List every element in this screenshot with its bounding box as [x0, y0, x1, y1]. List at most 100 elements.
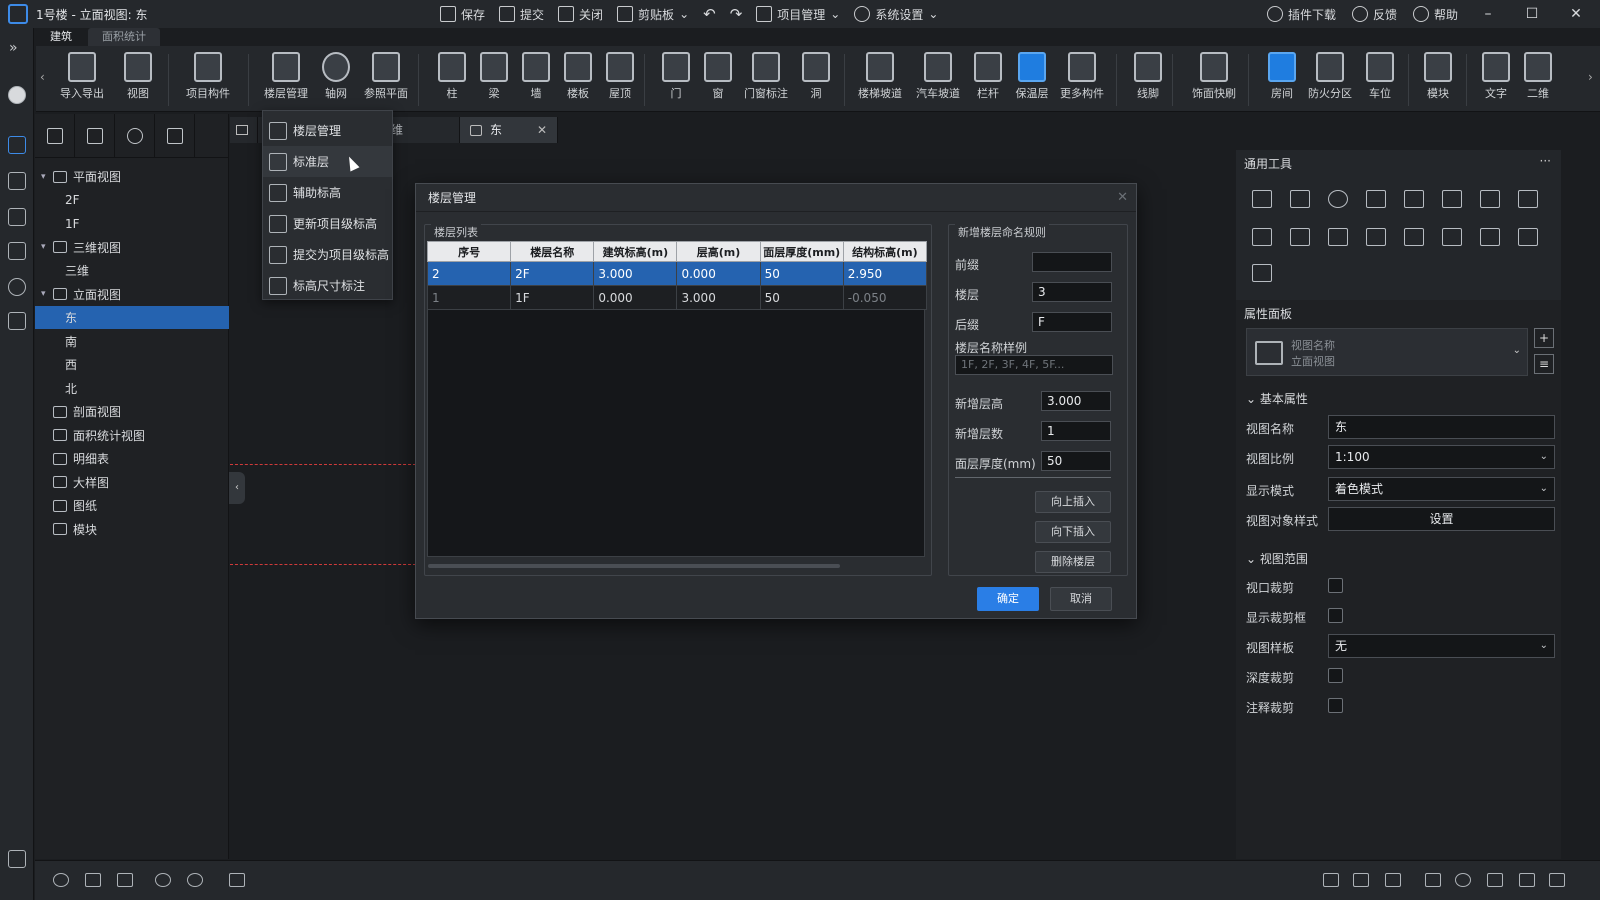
ok-button[interactable]: 确定: [977, 587, 1039, 611]
menu-item-submit-project-elevation[interactable]: 提交为项目级标高: [263, 239, 392, 270]
menu-icon[interactable]: ≡: [1534, 354, 1554, 374]
tree-item[interactable]: 南: [35, 330, 229, 353]
project-tree-icon[interactable]: [8, 136, 26, 154]
finish-brush-button[interactable]: 饰面快刷: [1188, 52, 1240, 101]
system-settings-button[interactable]: 系统设置 ⌄: [854, 6, 938, 23]
chevron-down-icon[interactable]: ▾: [41, 242, 53, 252]
split-line-icon[interactable]: [1328, 228, 1348, 246]
floor-field[interactable]: 3: [1032, 282, 1112, 302]
opening-button[interactable]: 洞: [790, 52, 842, 101]
tree-item[interactable]: 2F: [35, 189, 229, 212]
prefix-field[interactable]: [1032, 252, 1112, 272]
close-file-button[interactable]: 关闭: [558, 6, 603, 23]
help-circle-icon[interactable]: [8, 278, 26, 296]
door-window-tag-button[interactable]: 门窗标注: [740, 52, 792, 101]
offset-icon[interactable]: [1480, 190, 1500, 208]
insert-down-button[interactable]: 向下插入: [1035, 521, 1111, 543]
panel-toggle-button[interactable]: [35, 113, 75, 158]
copy-icon[interactable]: [1290, 190, 1310, 208]
tree-item[interactable]: 明细表: [35, 447, 229, 470]
ribbon-scroll-left-icon[interactable]: ‹: [40, 70, 45, 84]
viewport-crop-checkbox[interactable]: [1328, 578, 1343, 593]
filter-button[interactable]: [75, 113, 115, 158]
view-template-select[interactable]: 无 ⌄: [1328, 634, 1555, 658]
chevron-down-icon[interactable]: ▾: [41, 172, 53, 182]
feedback-button[interactable]: 反馈: [1351, 6, 1397, 23]
cancel-button[interactable]: 取消: [1050, 587, 1112, 611]
molding-button[interactable]: 线脚: [1122, 52, 1174, 101]
dialog-close-icon[interactable]: ✕: [1117, 190, 1128, 205]
extend-icon[interactable]: [1252, 228, 1272, 246]
parking-button[interactable]: 车位: [1354, 52, 1406, 101]
tree-item[interactable]: 东: [35, 306, 229, 329]
tree-item[interactable]: 图纸: [35, 494, 229, 517]
hide-icon[interactable]: [117, 873, 133, 887]
2d-button[interactable]: 二维: [1512, 52, 1564, 101]
insert-up-button[interactable]: 向上插入: [1035, 491, 1111, 513]
axis-grid-button[interactable]: 轴网: [310, 52, 362, 101]
help-button[interactable]: 帮助: [1412, 6, 1458, 23]
chevron-down-icon[interactable]: ▾: [41, 289, 53, 299]
model-button[interactable]: [155, 113, 195, 158]
floor-management-button[interactable]: 楼层管理: [260, 52, 312, 101]
tree-item[interactable]: 面积统计视图: [35, 424, 229, 447]
rotate-icon[interactable]: [1328, 190, 1348, 208]
snap-point-icon[interactable]: [1455, 873, 1471, 887]
maximize-button[interactable]: ☐: [1518, 6, 1546, 22]
room-button[interactable]: 房间: [1256, 52, 1308, 101]
align-icon[interactable]: [1366, 190, 1386, 208]
plugin-download-button[interactable]: 插件下载: [1266, 6, 1336, 23]
visibility-icon[interactable]: [187, 873, 203, 887]
reference-plane-button[interactable]: 参照平面: [360, 52, 412, 101]
tree-item[interactable]: 剖面视图: [35, 400, 229, 423]
menu-item-update-project-elevation[interactable]: 更新项目级标高: [263, 208, 392, 239]
col-building-elevation[interactable]: 建筑标高(m): [593, 241, 678, 262]
snap-link-icon[interactable]: [1425, 873, 1441, 887]
menu-item-standard-floor[interactable]: 标准层: [263, 146, 392, 177]
col-floor-height[interactable]: 层高(m): [676, 241, 761, 262]
tree-item[interactable]: 西: [35, 353, 229, 376]
tab-panel-toggle[interactable]: [230, 117, 258, 143]
view-scale-select[interactable]: 1:100 ⌄: [1328, 445, 1555, 469]
array-icon[interactable]: [1404, 228, 1424, 246]
project-management-button[interactable]: 项目管理 ⌄: [756, 6, 840, 23]
tab-east-elevation[interactable]: 东 ✕: [460, 117, 558, 143]
bulb-icon[interactable]: [155, 873, 171, 887]
more-icon[interactable]: ···: [1540, 154, 1551, 168]
close-icon[interactable]: ✕: [537, 117, 547, 143]
split-icon[interactable]: [1404, 190, 1424, 208]
eye-icon[interactable]: [53, 873, 69, 887]
tab-area-statistics[interactable]: 面积统计: [88, 28, 160, 46]
project-components-button[interactable]: 项目构件: [182, 52, 234, 101]
fullscreen-icon[interactable]: [1549, 873, 1565, 887]
save-button[interactable]: 保存: [440, 6, 485, 23]
view-button[interactable]: 视图: [112, 52, 164, 101]
delete-icon[interactable]: [1518, 228, 1538, 246]
horizontal-scrollbar[interactable]: [428, 564, 840, 568]
type-selector[interactable]: 视图名称 立面视图 ⌄: [1246, 328, 1528, 376]
tree-item[interactable]: ▾ 三维视图: [35, 236, 229, 259]
ribbon-scroll-right-icon[interactable]: ›: [1588, 70, 1593, 84]
clipboard-button[interactable]: 剪贴板 ⌄: [617, 6, 689, 23]
menu-item-auxiliary-elevation[interactable]: 辅助标高: [263, 177, 392, 208]
tree-item[interactable]: 北: [35, 377, 229, 400]
tree-item[interactable]: 1F: [35, 212, 229, 235]
col-finish-thickness[interactable]: 面层厚度(mm): [759, 241, 844, 262]
more-components-button[interactable]: 更多构件: [1056, 52, 1108, 101]
annotation-crop-checkbox[interactable]: [1328, 698, 1343, 713]
submit-button[interactable]: 提交: [499, 6, 544, 23]
thickness-field[interactable]: 50: [1041, 451, 1111, 471]
col-index[interactable]: 序号: [426, 241, 512, 262]
avatar[interactable]: [8, 86, 26, 104]
display-mode-select[interactable]: 着色模式 ⌄: [1328, 477, 1555, 501]
axis-toggle-icon[interactable]: [1323, 873, 1339, 887]
undo-button[interactable]: ↶: [703, 5, 716, 23]
add-icon[interactable]: +: [1534, 328, 1554, 348]
isolate-icon[interactable]: [85, 873, 101, 887]
redo-button[interactable]: ↷: [730, 5, 743, 23]
minimize-button[interactable]: –: [1474, 6, 1502, 22]
col-floor-name[interactable]: 楼层名称: [510, 241, 595, 262]
menu-item-floor-management[interactable]: 楼层管理: [263, 115, 392, 146]
stair-ramp-button[interactable]: 楼梯坡道: [854, 52, 906, 101]
view-name-field[interactable]: 东: [1328, 415, 1555, 439]
